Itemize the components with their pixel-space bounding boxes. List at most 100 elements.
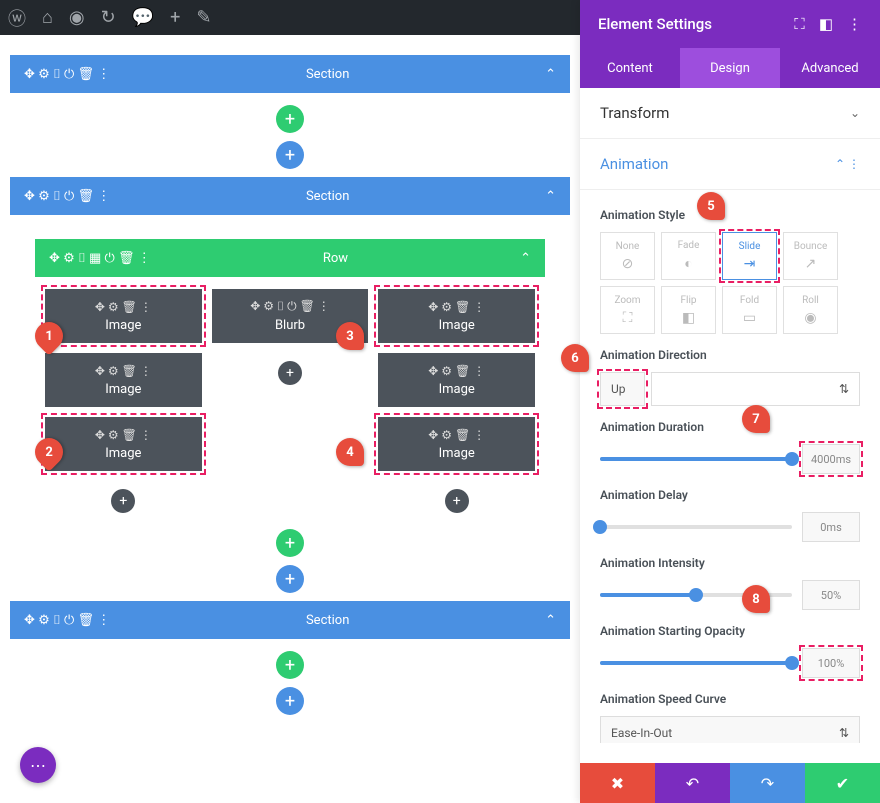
intensity-value[interactable]: 50%	[802, 580, 860, 610]
chevron-up-icon: ⌃ ⋮	[835, 157, 860, 171]
style-fade[interactable]: Fade◐	[661, 232, 716, 280]
module-image[interactable]: ✥ ⚙ 🗑 ⋮Image	[45, 353, 202, 407]
module-image[interactable]: ✥ ⚙ 🗑 ⋮Image	[45, 417, 202, 471]
style-zoom[interactable]: Zoom⛶	[600, 286, 655, 334]
panel-footer: ✖ ↶ ↷ ✔	[580, 763, 880, 803]
animation-direction-select-full[interactable]: ⇅	[651, 372, 860, 406]
add-module-button[interactable]: +	[111, 489, 135, 513]
section-title: Section	[110, 67, 545, 82]
none-icon: ⊘	[622, 256, 634, 272]
refresh-icon[interactable]: ↻	[101, 7, 116, 28]
speed-curve-select[interactable]: Ease-In-Out⇅	[600, 716, 860, 743]
row-bar[interactable]: ✥ ⚙ ⌷ ▦ ⏻ 🗑 ⋮ Row ⌃	[35, 239, 545, 277]
field-label: Animation Starting Opacity	[600, 624, 860, 638]
field-label: Animation Duration	[600, 420, 860, 434]
style-none[interactable]: None⊘	[600, 232, 655, 280]
undo-button[interactable]: ↶	[655, 763, 730, 803]
module-image[interactable]: ✥ ⚙ 🗑 ⋮Image	[45, 289, 202, 343]
flip-icon: ◧	[682, 310, 695, 326]
style-bounce[interactable]: Bounce↗	[783, 232, 838, 280]
add-row-button[interactable]: +	[276, 651, 304, 679]
bounce-icon: ↗	[805, 256, 817, 272]
tab-design[interactable]: Design	[680, 48, 780, 88]
module-image[interactable]: ✥ ⚙ 🗑 ⋮Image	[378, 289, 535, 343]
panel-tabs: Content Design Advanced	[580, 48, 880, 88]
pencil-icon[interactable]: ✎	[196, 7, 211, 28]
style-roll[interactable]: Roll◉	[783, 286, 838, 334]
duration-slider[interactable]	[600, 457, 792, 461]
field-label: Animation Style	[600, 208, 860, 222]
callout-7: 7	[742, 405, 770, 433]
animation-content: Animation Style None⊘ Fade◐ Slide⇥ Bounc…	[580, 190, 880, 743]
module-image[interactable]: ✥ ⚙ 🗑 ⋮Image	[378, 353, 535, 407]
animation-direction-select[interactable]: Up	[600, 372, 645, 406]
add-row-button[interactable]: +	[276, 529, 304, 557]
add-row-button[interactable]: +	[276, 105, 304, 133]
transform-section[interactable]: Transform ⌄	[580, 88, 880, 139]
sidebar-icon[interactable]: ◧	[819, 15, 833, 33]
animation-section[interactable]: Animation ⌃ ⋮	[580, 139, 880, 190]
wordpress-icon[interactable]: ⓦ	[8, 5, 26, 31]
opacity-slider[interactable]	[600, 661, 792, 665]
style-flip[interactable]: Flip◧	[661, 286, 716, 334]
section-title: Section	[110, 613, 545, 628]
dropdown-icon: ⇅	[839, 726, 849, 740]
section-bar[interactable]: ✥ ⚙ ⌷ ⏻ 🗑 ⋮ Section ⌃	[10, 177, 570, 215]
delay-value[interactable]: 0ms	[802, 512, 860, 542]
callout-6: 6	[561, 344, 589, 372]
delay-slider[interactable]	[600, 525, 792, 529]
section-bar[interactable]: ✥ ⚙ ⌷ ⏻ 🗑 ⋮ Section ⌃	[10, 55, 570, 93]
add-module-button[interactable]: +	[278, 361, 302, 385]
section-bar[interactable]: ✥ ⚙ ⌷ ⏻ 🗑 ⋮ Section ⌃	[10, 601, 570, 639]
add-section-button[interactable]: +	[276, 141, 304, 169]
field-label: Animation Direction	[600, 348, 860, 362]
zoom-icon: ⛶	[623, 310, 633, 326]
add-section-button[interactable]: +	[276, 565, 304, 593]
chevron-up-icon[interactable]: ⌃	[545, 613, 556, 628]
animation-style-grid: None⊘ Fade◐ Slide⇥ Bounce↗ Zoom⛶ Flip◧ F…	[600, 232, 860, 334]
row-title: Row	[151, 251, 520, 266]
redo-button[interactable]: ↷	[730, 763, 805, 803]
style-slide[interactable]: Slide⇥	[722, 232, 777, 280]
panel-body: Transform ⌄ Animation ⌃ ⋮ Animation Styl…	[580, 88, 880, 743]
slide-icon: ⇥	[744, 256, 756, 272]
chevron-up-icon[interactable]: ⌃	[545, 67, 556, 82]
section-title: Section	[110, 189, 545, 204]
fade-icon: ◐	[684, 255, 692, 272]
more-icon[interactable]: ⋮	[847, 15, 862, 33]
style-fold[interactable]: Fold▭	[722, 286, 777, 334]
tab-advanced[interactable]: Advanced	[780, 48, 880, 88]
plus-icon[interactable]: +	[170, 7, 180, 28]
close-button[interactable]: ✖	[580, 763, 655, 803]
field-label: Animation Delay	[600, 488, 860, 502]
module-image[interactable]: ✥ ⚙ 🗑 ⋮Image	[378, 417, 535, 471]
dropdown-icon: ⇅	[839, 382, 849, 396]
roll-icon: ◉	[804, 310, 816, 326]
panel-header: Element Settings ⛶ ◧ ⋮	[580, 0, 880, 48]
panel-title: Element Settings	[598, 15, 712, 33]
callout-3: 3	[336, 322, 364, 350]
callout-5: 5	[697, 192, 725, 220]
chevron-up-icon[interactable]: ⌃	[545, 189, 556, 204]
fab-more-button[interactable]: ⋯	[20, 747, 56, 783]
opacity-value[interactable]: 100%	[802, 648, 860, 678]
builder-canvas: ✥ ⚙ ⌷ ⏻ 🗑 ⋮ Section ⌃ + + ✥ ⚙ ⌷ ⏻ 🗑 ⋮ Se…	[0, 35, 580, 803]
callout-4: 4	[336, 438, 364, 466]
callout-8: 8	[742, 585, 770, 613]
dashboard-icon[interactable]: ◉	[69, 7, 85, 28]
tab-content[interactable]: Content	[580, 48, 680, 88]
fullscreen-icon[interactable]: ⛶	[794, 15, 805, 33]
field-label: Animation Speed Curve	[600, 692, 860, 706]
chevron-down-icon: ⌄	[850, 106, 860, 120]
column: ✥ ⚙ 🗑 ⋮Image ✥ ⚙ 🗑 ⋮Image ✥ ⚙ 🗑 ⋮Image +	[378, 289, 535, 521]
add-module-button[interactable]: +	[445, 489, 469, 513]
settings-panel: Element Settings ⛶ ◧ ⋮ Content Design Ad…	[580, 0, 880, 803]
home-icon[interactable]: ⌂	[42, 7, 53, 28]
comment-icon[interactable]: 💬	[132, 7, 154, 28]
save-button[interactable]: ✔	[805, 763, 880, 803]
chevron-up-icon[interactable]: ⌃	[520, 251, 531, 266]
duration-value[interactable]: 4000ms	[802, 444, 860, 474]
add-section-button[interactable]: +	[276, 687, 304, 715]
fold-icon: ▭	[743, 310, 756, 326]
row-content: ✥ ⚙ 🗑 ⋮Image ✥ ⚙ 🗑 ⋮Image ✥ ⚙ 🗑 ⋮Image +…	[45, 289, 535, 521]
